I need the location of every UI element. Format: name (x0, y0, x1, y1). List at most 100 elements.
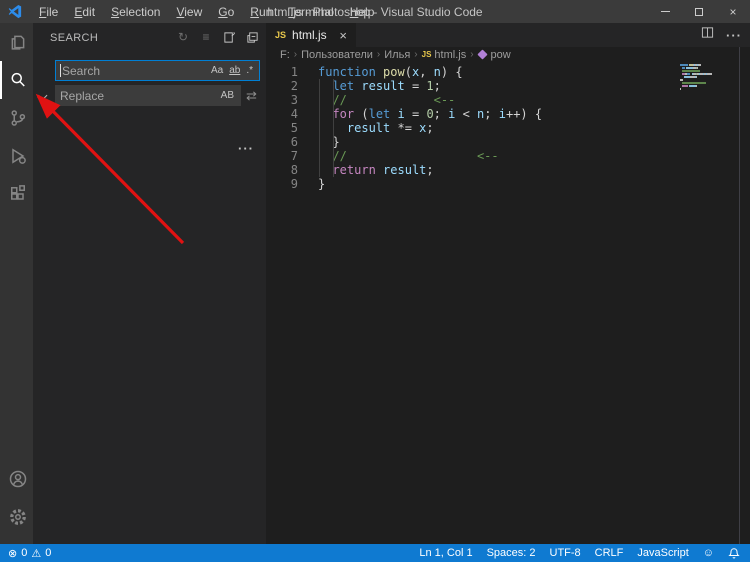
minimap[interactable] (680, 64, 718, 91)
problems-summary[interactable]: ⊗ 0 ⚠ 0 (8, 547, 51, 560)
breadcrumb-item[interactable]: Илья (384, 49, 410, 61)
status-items: Ln 1, Col 1 Spaces: 2 UTF-8 CRLF JavaScript (419, 547, 688, 559)
code-token: , (419, 65, 433, 79)
minimap-line (680, 64, 718, 66)
breadcrumb-label: F: (280, 49, 290, 61)
replace-all-icon[interactable]: ⇄ (246, 88, 257, 104)
breadcrumb-separator-icon: › (294, 49, 297, 60)
menu-view[interactable]: View (168, 5, 210, 19)
status-item-language-mode[interactable]: JavaScript (637, 547, 688, 559)
code-line[interactable]: 8 return result; (266, 163, 750, 177)
status-item-end-of-line[interactable]: CRLF (595, 547, 624, 559)
line-number[interactable]: 7 (266, 149, 298, 163)
sidebar-item-run-debug[interactable] (0, 137, 33, 175)
breadcrumb: F:›Пользователи›Илья›JShtml.js›pow (266, 47, 750, 62)
warnings-icon: ⚠ (31, 547, 41, 560)
menu-go[interactable]: Go (210, 5, 242, 19)
minimap-line (680, 70, 718, 72)
replace-row: Replace AB ⇄ (33, 85, 266, 106)
search-sidebar: SEARCH ↻ ≡ Search Aa ab .* Replace (33, 23, 266, 544)
code-token: for (332, 107, 354, 121)
breadcrumb-item[interactable]: Пользователи (301, 49, 373, 61)
breadcrumb-label: Илья (384, 49, 410, 61)
toggle-replace-chevron-icon[interactable] (38, 90, 48, 100)
code-line[interactable]: 5 result *= x; (266, 121, 750, 135)
breadcrumb-item[interactable]: pow (478, 49, 511, 61)
breadcrumb-separator-icon: › (470, 49, 473, 60)
code-text: } (318, 177, 325, 191)
line-number[interactable]: 9 (266, 177, 298, 191)
feedback-icon[interactable]: ☺ (703, 547, 714, 559)
code-token: ; (484, 107, 498, 121)
use-regex-icon[interactable]: .* (243, 64, 256, 77)
preserve-case-icon[interactable]: AB (218, 89, 237, 102)
status-item-encoding[interactable]: UTF-8 (550, 547, 581, 559)
activity-bar (0, 23, 33, 544)
breadcrumb-item[interactable]: F: (280, 49, 290, 61)
code-token: let (369, 107, 391, 121)
sidebar-item-explorer[interactable] (0, 23, 33, 61)
settings-button[interactable] (0, 498, 33, 536)
sidebar-item-source-control[interactable] (0, 99, 33, 137)
menu-selection[interactable]: Selection (103, 5, 168, 19)
code-text: // <-- (318, 149, 499, 163)
code-line[interactable]: 6 } (266, 135, 750, 149)
close-button[interactable]: × (716, 0, 750, 23)
code-token: // <-- (332, 93, 455, 107)
line-number[interactable]: 1 (266, 65, 298, 79)
errors-count: 0 (21, 547, 27, 559)
minimap-line (680, 88, 718, 90)
search-input[interactable]: Search Aa ab .* (55, 60, 260, 81)
sidebar-item-search[interactable] (0, 61, 33, 99)
code-line[interactable]: 1function pow(x, n) { (266, 65, 750, 79)
editor-actions: ··· (701, 23, 742, 47)
maximize-icon (695, 8, 703, 16)
tab-htmljs[interactable]: JS html.js × (266, 23, 356, 47)
replace-input[interactable]: Replace AB (55, 85, 241, 106)
collapse-all-icon[interactable] (244, 29, 260, 45)
refresh-icon[interactable]: ↻ (175, 29, 191, 45)
code-token: i (499, 107, 506, 121)
code-token (318, 149, 332, 163)
minimap-line (680, 76, 718, 78)
code-line[interactable]: 7 // <-- (266, 149, 750, 163)
line-number[interactable]: 2 (266, 79, 298, 93)
account-button[interactable] (0, 460, 33, 498)
minimap-line (680, 85, 718, 87)
match-case-icon[interactable]: Aa (208, 64, 226, 77)
minimize-button[interactable] (648, 0, 682, 23)
tab-bar: JS html.js × ··· (266, 23, 750, 47)
status-item-cursor-position[interactable]: Ln 1, Col 1 (419, 547, 472, 559)
status-item-indentation[interactable]: Spaces: 2 (487, 547, 536, 559)
line-number[interactable]: 6 (266, 135, 298, 149)
clear-search-results-icon[interactable]: ≡ (198, 29, 214, 45)
tab-close-icon[interactable]: × (339, 28, 347, 43)
toggle-search-details-icon[interactable]: ··· (238, 141, 254, 156)
replace-placeholder: Replace (60, 89, 218, 103)
status-bar-right: Ln 1, Col 1Spaces: 2UTF-8CRLFJavaScript … (419, 547, 740, 560)
line-number[interactable]: 5 (266, 121, 298, 135)
code-line[interactable]: 4 for (let i = 0; i < n; i++) { (266, 107, 750, 121)
maximize-button[interactable] (682, 0, 716, 23)
code-line[interactable]: 3 // <-- (266, 93, 750, 107)
notifications-bell-icon[interactable] (728, 547, 740, 560)
match-whole-word-icon[interactable]: ab (226, 64, 243, 77)
code-token: } (318, 177, 325, 191)
menu-file[interactable]: File (31, 5, 66, 19)
line-number[interactable]: 4 (266, 107, 298, 121)
menu-edit[interactable]: Edit (66, 5, 103, 19)
breadcrumb-item[interactable]: JShtml.js (422, 49, 467, 61)
code-line[interactable]: 2 let result = 1; (266, 79, 750, 93)
editor-more-actions-icon[interactable]: ··· (726, 28, 742, 43)
code-lines: 1function pow(x, n) {2 let result = 1;3 … (266, 65, 750, 191)
code-line[interactable]: 9} (266, 177, 750, 191)
breadcrumb-label: Пользователи (301, 49, 373, 61)
sidebar-item-extensions[interactable] (0, 175, 33, 213)
split-editor-icon[interactable] (701, 26, 714, 44)
line-number[interactable]: 8 (266, 163, 298, 177)
code-area[interactable]: 1function pow(x, n) {2 let result = 1;3 … (266, 62, 750, 191)
code-token (376, 163, 383, 177)
open-new-search-editor-icon[interactable] (221, 29, 237, 45)
line-number[interactable]: 3 (266, 93, 298, 107)
files-icon (8, 32, 28, 52)
